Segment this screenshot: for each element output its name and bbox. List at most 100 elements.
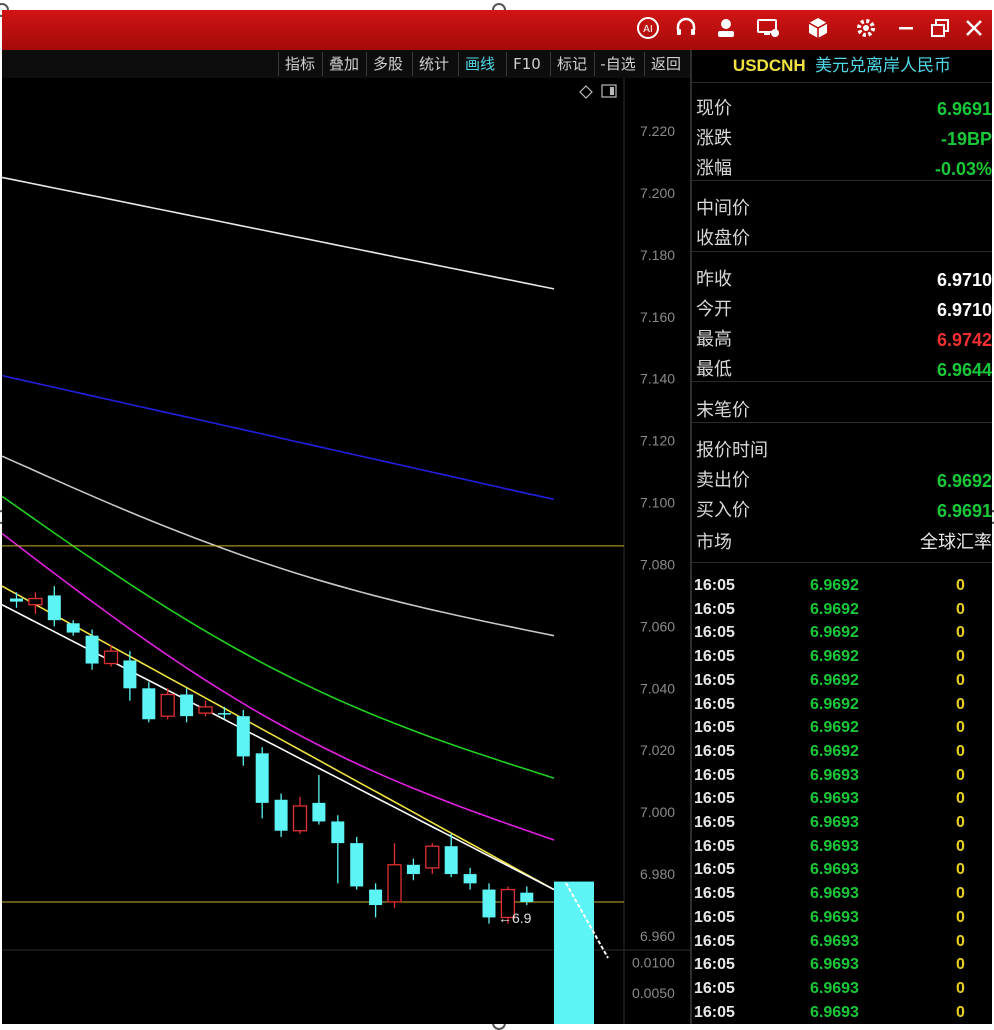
quote-row: 报价时间 <box>692 436 992 466</box>
tick-volume: 0 <box>956 648 965 666</box>
ma-line-ma250 <box>2 176 555 290</box>
tick-volume: 0 <box>956 695 965 713</box>
price-tick-label: 7.060 <box>640 618 675 634</box>
quote-value: 6.9691 <box>936 501 992 521</box>
price-tick-label: 7.020 <box>640 742 675 758</box>
candle[interactable] <box>180 688 194 723</box>
toolbar-indicator-button[interactable]: 指标 <box>278 52 321 76</box>
tick-time: 16:05 <box>694 790 735 808</box>
toolbar-draw-line-button[interactable]: 画线 <box>458 52 501 76</box>
headset-icon[interactable] <box>672 16 700 44</box>
quote-divider <box>692 180 992 181</box>
toolbar-multi-stock-button[interactable]: 多股 <box>366 52 409 76</box>
quote-label: 涨跌 <box>696 128 732 149</box>
candle[interactable] <box>47 586 61 627</box>
quote-label: 最高 <box>696 329 732 350</box>
toolbar-mark-button[interactable]: 标记 <box>550 52 593 76</box>
candle[interactable] <box>350 836 364 890</box>
tick-volume: 0 <box>956 885 965 903</box>
candle[interactable] <box>463 867 477 890</box>
volume-tick-label: 0.0100 <box>632 954 675 970</box>
toolbar-back-button[interactable]: 返回 <box>644 52 687 76</box>
tick-row: 16:05 6.9693 0 <box>692 882 992 906</box>
candle[interactable] <box>331 815 345 884</box>
tick-time: 16:05 <box>694 671 735 689</box>
toolbar-statistics-button[interactable]: 统计 <box>412 52 455 76</box>
tick-volume: 0 <box>956 624 965 642</box>
market-label: 市场 <box>696 532 732 553</box>
title-bar: AI <box>2 10 992 50</box>
candle[interactable] <box>85 629 99 670</box>
candle[interactable] <box>406 858 420 881</box>
tick-time: 16:05 <box>694 908 735 926</box>
diamond-icon[interactable] <box>579 85 593 99</box>
candle[interactable] <box>198 700 213 717</box>
candle[interactable] <box>236 709 250 766</box>
price-tick-label: 6.980 <box>640 866 675 882</box>
tick-row: 16:05 6.9693 0 <box>692 953 992 977</box>
ma-line-ma5 <box>2 603 555 891</box>
price-tick-label: 7.120 <box>640 433 675 449</box>
tick-time: 16:05 <box>694 1003 735 1021</box>
candle[interactable] <box>292 796 308 834</box>
candle[interactable] <box>369 883 383 918</box>
tick-volume: 0 <box>956 790 965 808</box>
restore-icon[interactable] <box>926 16 954 44</box>
user-icon[interactable] <box>712 16 740 44</box>
candle[interactable] <box>387 843 402 909</box>
chart-corner-icons[interactable] <box>579 84 617 99</box>
tick-volume: 0 <box>956 600 965 618</box>
ma-line-ma10 <box>2 585 555 891</box>
price-tick-label: 7.160 <box>640 309 675 325</box>
tick-row: 16:05 6.9693 0 <box>692 930 992 954</box>
screen-icon[interactable] <box>754 16 782 44</box>
quote-label: 现价 <box>696 98 732 119</box>
kline-chart[interactable]: 7.220 7.200 7.180 7.160 7.140 7.120 7.100 7.080… <box>2 78 690 1024</box>
tick-row: 16:05 6.9693 0 <box>692 858 992 882</box>
tick-time: 16:05 <box>694 742 735 760</box>
tick-price: 6.9693 <box>810 885 859 903</box>
candle[interactable] <box>10 592 23 608</box>
gear-icon[interactable] <box>852 16 880 44</box>
tick-row: 16:05 6.9693 0 <box>692 764 992 788</box>
candle[interactable] <box>425 843 440 875</box>
minimize-icon[interactable] <box>892 16 920 44</box>
quote-panel: USDCNH 美元兑离岸人民币 现价 6.9691 涨跌 -19BP 涨幅 -0.03% 中… <box>692 50 992 1024</box>
toolbar-f10-button[interactable]: F10 <box>506 52 547 76</box>
candle[interactable] <box>255 747 269 819</box>
tick-volume: 0 <box>956 671 965 689</box>
tick-price: 6.9693 <box>810 1003 859 1021</box>
tick-row: 16:05 6.9692 0 <box>692 693 992 717</box>
toolbar-remove-watchlist-button[interactable]: -自选 <box>594 52 641 76</box>
candle[interactable] <box>274 793 288 837</box>
volume-bar[interactable] <box>554 881 594 1024</box>
quote-value: 6.9710 <box>936 300 992 320</box>
toolbar-overlay-button[interactable]: 叠加 <box>322 52 365 76</box>
tick-price: 6.9693 <box>810 790 859 808</box>
tick-row: 16:05 6.9693 0 <box>692 787 992 811</box>
tick-time: 16:05 <box>694 979 735 997</box>
tick-price: 6.9693 <box>810 814 859 831</box>
tick-row: 16:05 6.9693 0 <box>692 811 992 835</box>
tick-row: 16:05 6.9692 0 <box>692 716 992 740</box>
candle[interactable] <box>482 883 496 924</box>
price-tick-label: 7.100 <box>640 495 675 511</box>
tick-row: 16:05 6.9692 0 <box>692 574 992 598</box>
quote-label: 报价时间 <box>696 440 768 461</box>
quote-label: 今开 <box>696 299 732 320</box>
quote-divider <box>692 251 992 252</box>
ai-icon[interactable]: AI <box>634 16 662 44</box>
tick-row: 16:05 6.9693 0 <box>692 906 992 930</box>
candle[interactable] <box>444 833 458 878</box>
candle[interactable] <box>312 775 326 825</box>
candle[interactable] <box>28 592 43 614</box>
tick-row: 16:05 6.9692 0 <box>692 621 992 645</box>
close-icon[interactable] <box>960 16 988 44</box>
tick-volume: 0 <box>956 814 965 831</box>
tick-time: 16:05 <box>694 648 735 666</box>
tick-price: 6.9693 <box>810 766 859 784</box>
quote-row: 涨跌 -19BP <box>692 124 992 154</box>
candle[interactable] <box>142 682 156 723</box>
cube-icon[interactable] <box>804 16 832 44</box>
tick-time: 16:05 <box>694 600 735 618</box>
